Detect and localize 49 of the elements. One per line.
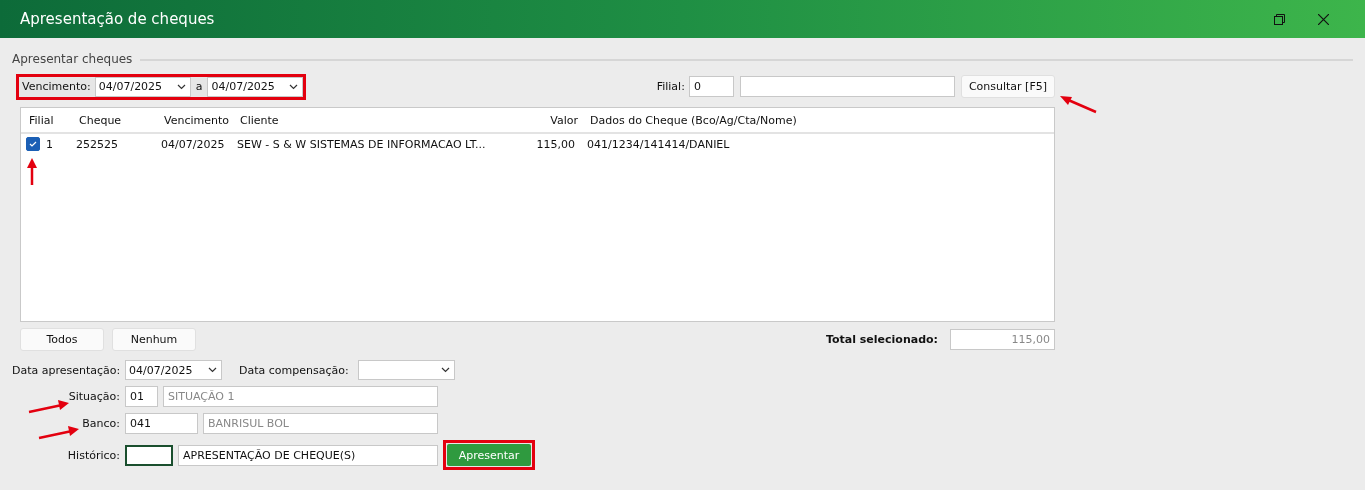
column-header: Filial [29, 113, 55, 127]
input-field[interactable]: 041 [125, 413, 198, 434]
table-cell: 1 [46, 137, 53, 151]
date-field[interactable]: 04/07/2025 [125, 360, 222, 380]
date-field[interactable]: 04/07/2025 [94, 76, 191, 97]
column-header: Valor [549, 113, 578, 127]
input-field[interactable] [125, 444, 173, 466]
date-field[interactable]: 04/07/2025 [207, 76, 304, 97]
input-field[interactable]: 0 [688, 76, 734, 97]
restore-icon[interactable] [1273, 13, 1285, 25]
annotation-arrow [1060, 96, 1097, 114]
input-field[interactable]: APRESENTAÇÃO DE CHEQUE(S) [178, 444, 438, 466]
field-label: Banco: [81, 417, 120, 430]
field-label: Filial: [655, 80, 686, 93]
chevron-down-icon[interactable] [440, 367, 450, 373]
annotation-arrow [27, 158, 37, 185]
checkmark-icon [29, 141, 37, 147]
annotation-arrow [28, 400, 69, 414]
date-field[interactable] [357, 360, 455, 380]
column-header: Dados do Cheque (Bco/Ag/Cta/Nome) [589, 113, 798, 127]
field-label: Histórico: [66, 448, 120, 462]
field-label: Total selecionado: [824, 333, 939, 346]
section-title: Apresentar cheques [12, 52, 133, 66]
field-label: Situação: [67, 390, 120, 403]
field-label: a [194, 80, 204, 93]
input-field: BANRISUL BOL [203, 413, 438, 434]
select-button[interactable]: Nenhum [112, 328, 196, 351]
chevron-down-icon[interactable] [176, 83, 186, 90]
field-label: Data compensação: [238, 363, 350, 377]
field-label: Vencimento: [21, 80, 92, 93]
chevron-down-icon[interactable] [289, 83, 299, 90]
submit-button[interactable]: Apresentar [447, 444, 531, 466]
window-title: Apresentação de cheques [20, 10, 216, 28]
column-header: Cliente [240, 113, 280, 127]
annotation-arrow [38, 426, 79, 440]
column-header: Vencimento [164, 113, 230, 127]
input-field[interactable]: 01 [125, 386, 158, 407]
select-button[interactable]: Todos [20, 328, 104, 351]
checkbox[interactable] [26, 137, 40, 151]
table-cell-text: 041/1234/141414/DANIEL [586, 137, 731, 151]
total-field: 115,00 [950, 329, 1055, 350]
field-label: Data apresentação: [12, 363, 120, 377]
table-cell-text: 04/07/2025 [161, 137, 226, 151]
input-field: SITUAÇÃO 1 [163, 386, 438, 407]
chevron-down-icon[interactable] [208, 367, 217, 373]
table-cell-text: 252525 [76, 137, 119, 151]
close-icon[interactable] [1317, 13, 1329, 25]
column-header: Cheque [79, 113, 123, 127]
search-button[interactable]: Consultar [F5] [960, 75, 1055, 98]
